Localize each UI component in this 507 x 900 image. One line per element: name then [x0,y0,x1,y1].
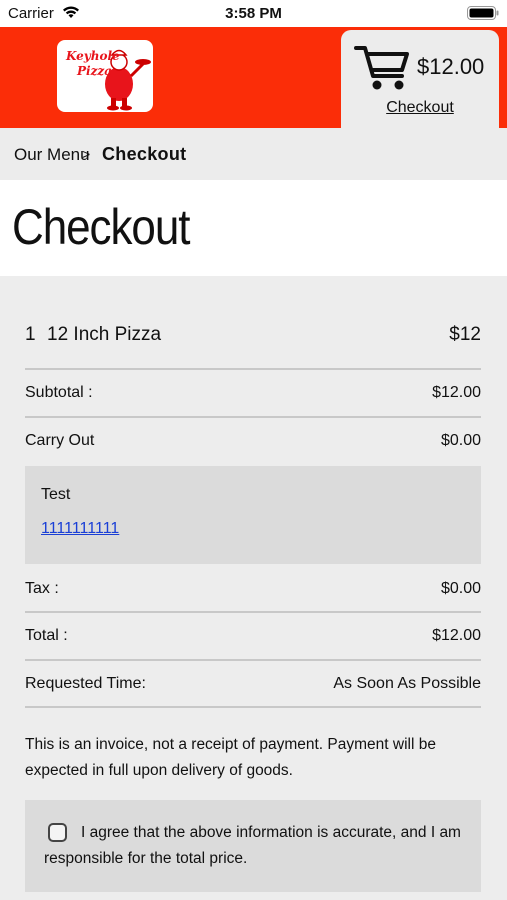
fulfillment-value: $0.00 [440,432,481,449]
divider [25,416,481,418]
cart-total: $12.00 [417,54,485,79]
checkout-link[interactable]: Checkout [341,99,499,117]
item-price: $12 [449,324,481,345]
pizza-chef-logo-icon: Keyhole Pizza [65,49,151,111]
customer-info-box: Test 1111111111 [25,466,481,564]
invoice-note: This is an invoice, not a receipt of pay… [25,736,436,779]
app-header: Keyhole Pizza $12.00 Checkout [0,27,507,128]
breadcrumb-separator: > [82,146,91,162]
subtotal-value: $12.00 [432,384,481,401]
shopping-cart-icon [354,46,409,90]
customer-phone-link[interactable]: 1111111111 [41,520,119,538]
clock: 3:58 PM [225,5,282,22]
logo-text-pizza: Pizza [76,64,112,78]
breadcrumb-our-menu[interactable]: Our Menu [14,145,90,165]
requested-time-label: Requested Time: [25,675,146,692]
breadcrumb-current: Checkout [102,144,187,164]
order-summary-panel: 1 12 Inch Pizza $12 Subtotal : $12.00 Ca… [0,276,507,900]
divider [25,611,481,613]
agreement-text[interactable]: I agree that the above information is ac… [44,820,464,872]
customer-name: Test [41,486,71,503]
item-quantity: 1 [25,324,36,345]
tax-value: $0.00 [440,580,481,597]
divider [25,368,481,370]
tax-label: Tax : [25,580,59,597]
total-label: Total : [25,627,68,644]
brand-logo[interactable]: Keyhole Pizza [57,40,153,112]
subtotal-label: Subtotal : [25,384,93,401]
divider [25,659,481,661]
agreement-box: I agree that the above information is ac… [25,800,481,892]
requested-time-value: As Soon As Possible [333,675,481,692]
breadcrumb: Our Menu > Checkout [0,128,507,180]
battery-icon [467,6,499,20]
fulfillment-label: Carry Out [25,432,95,449]
page-title: Checkout [12,199,190,255]
divider [25,706,481,708]
status-bar: Carrier 3:58 PM [0,0,507,27]
logo-text-keyhole: Keyhole [65,49,120,63]
total-value: $12.00 [432,627,481,644]
cart-summary-tab[interactable]: $12.00 Checkout [341,30,499,128]
item-name: 12 Inch Pizza [47,324,162,345]
